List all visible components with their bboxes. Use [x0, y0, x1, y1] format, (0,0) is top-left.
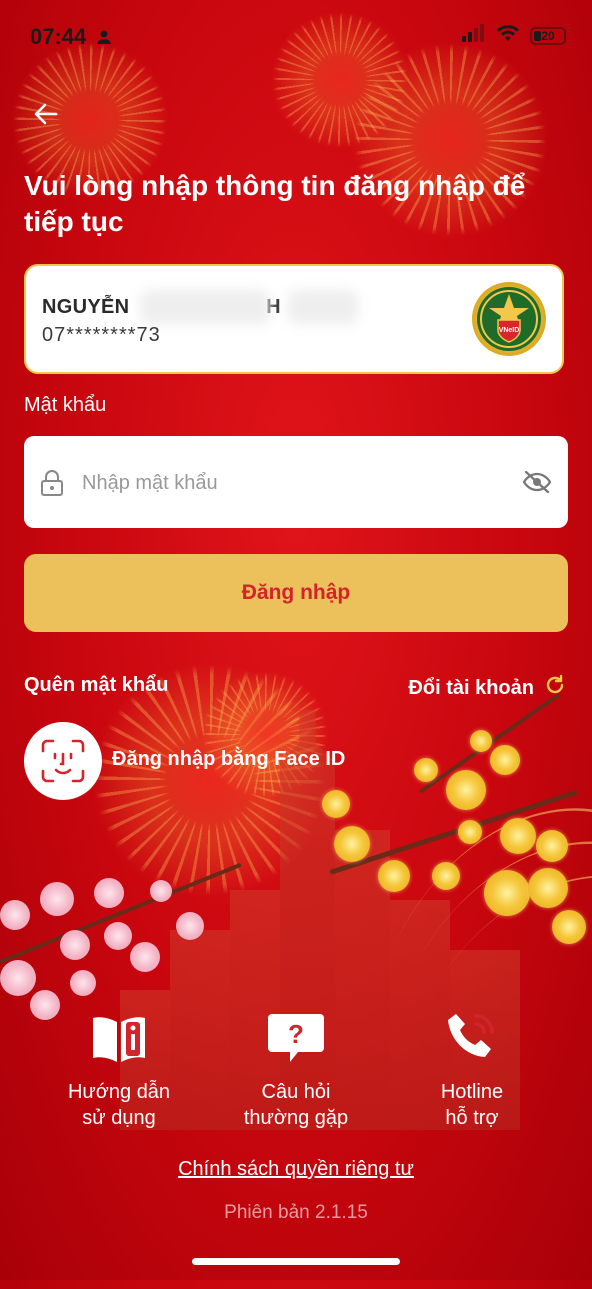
faq-label-line2: thường gặp — [243, 1107, 349, 1129]
lock-icon — [40, 470, 64, 501]
status-time: 07:44 — [30, 24, 112, 51]
person-icon — [96, 25, 112, 51]
wifi-icon — [496, 24, 520, 47]
switch-account-label: Đổi tài khoản — [408, 676, 534, 699]
back-button[interactable] — [32, 100, 64, 132]
arrow-left-icon — [32, 103, 60, 132]
battery-icon: 20 — [530, 26, 566, 45]
vneid-badge-text: VNeID — [499, 327, 520, 334]
signal-icon — [462, 24, 486, 47]
password-field[interactable] — [24, 436, 568, 530]
guide-item[interactable]: Hướng dẫn sử dụng — [34, 1010, 204, 1131]
face-id-button[interactable] — [24, 722, 102, 800]
phone-icon — [442, 1010, 502, 1071]
battery-level: 20 — [541, 28, 555, 43]
faq-label-line1: Câu hỏi — [261, 1081, 331, 1103]
page-title: Vui lòng nhập thông tin đăng nhập để tiế… — [24, 170, 526, 237]
forgot-password-link[interactable]: Quên mật khẩu — [24, 674, 168, 697]
face-id-icon — [41, 739, 85, 788]
home-indicator[interactable] — [192, 1258, 400, 1265]
book-info-icon — [89, 1010, 149, 1071]
account-card[interactable]: NGUYỄN H 07********73 VNeID — [24, 264, 564, 374]
face-id-label[interactable]: Đăng nhập bằng Face ID — [112, 748, 345, 771]
redacted-name-blur — [140, 290, 270, 324]
account-name-prefix: NGUYỄN — [42, 296, 130, 318]
guide-label-line1: Hướng dẫn — [67, 1081, 171, 1103]
eye-slash-icon[interactable] — [522, 470, 552, 499]
vneid-badge: VNeID — [472, 282, 546, 356]
hotline-label-line1: Hotline — [440, 1081, 504, 1103]
app-version: Phiên bản 2.1.15 — [224, 1202, 368, 1223]
svg-text:?: ? — [288, 1019, 304, 1049]
switch-account-link[interactable]: Đổi tài khoản — [408, 674, 566, 702]
refresh-icon — [544, 674, 566, 702]
hotline-item[interactable]: Hotline hỗ trợ — [387, 1010, 557, 1131]
password-label: Mật khẩu — [24, 394, 107, 416]
status-indicators: 20 — [462, 24, 566, 47]
login-button[interactable]: Đăng nhập — [24, 554, 568, 632]
hotline-label-line2: hỗ trợ — [445, 1107, 499, 1129]
password-input[interactable] — [80, 436, 504, 530]
guide-label-line2: sử dụng — [82, 1107, 156, 1129]
privacy-policy-link[interactable]: Chính sách quyền riêng tư — [0, 1158, 592, 1181]
question-bubble-icon: ? — [266, 1010, 326, 1071]
redacted-name-blur-2 — [288, 290, 358, 324]
account-phone: 07********73 — [42, 324, 161, 346]
faq-item[interactable]: ? Câu hỏi thường gặp — [211, 1010, 381, 1131]
